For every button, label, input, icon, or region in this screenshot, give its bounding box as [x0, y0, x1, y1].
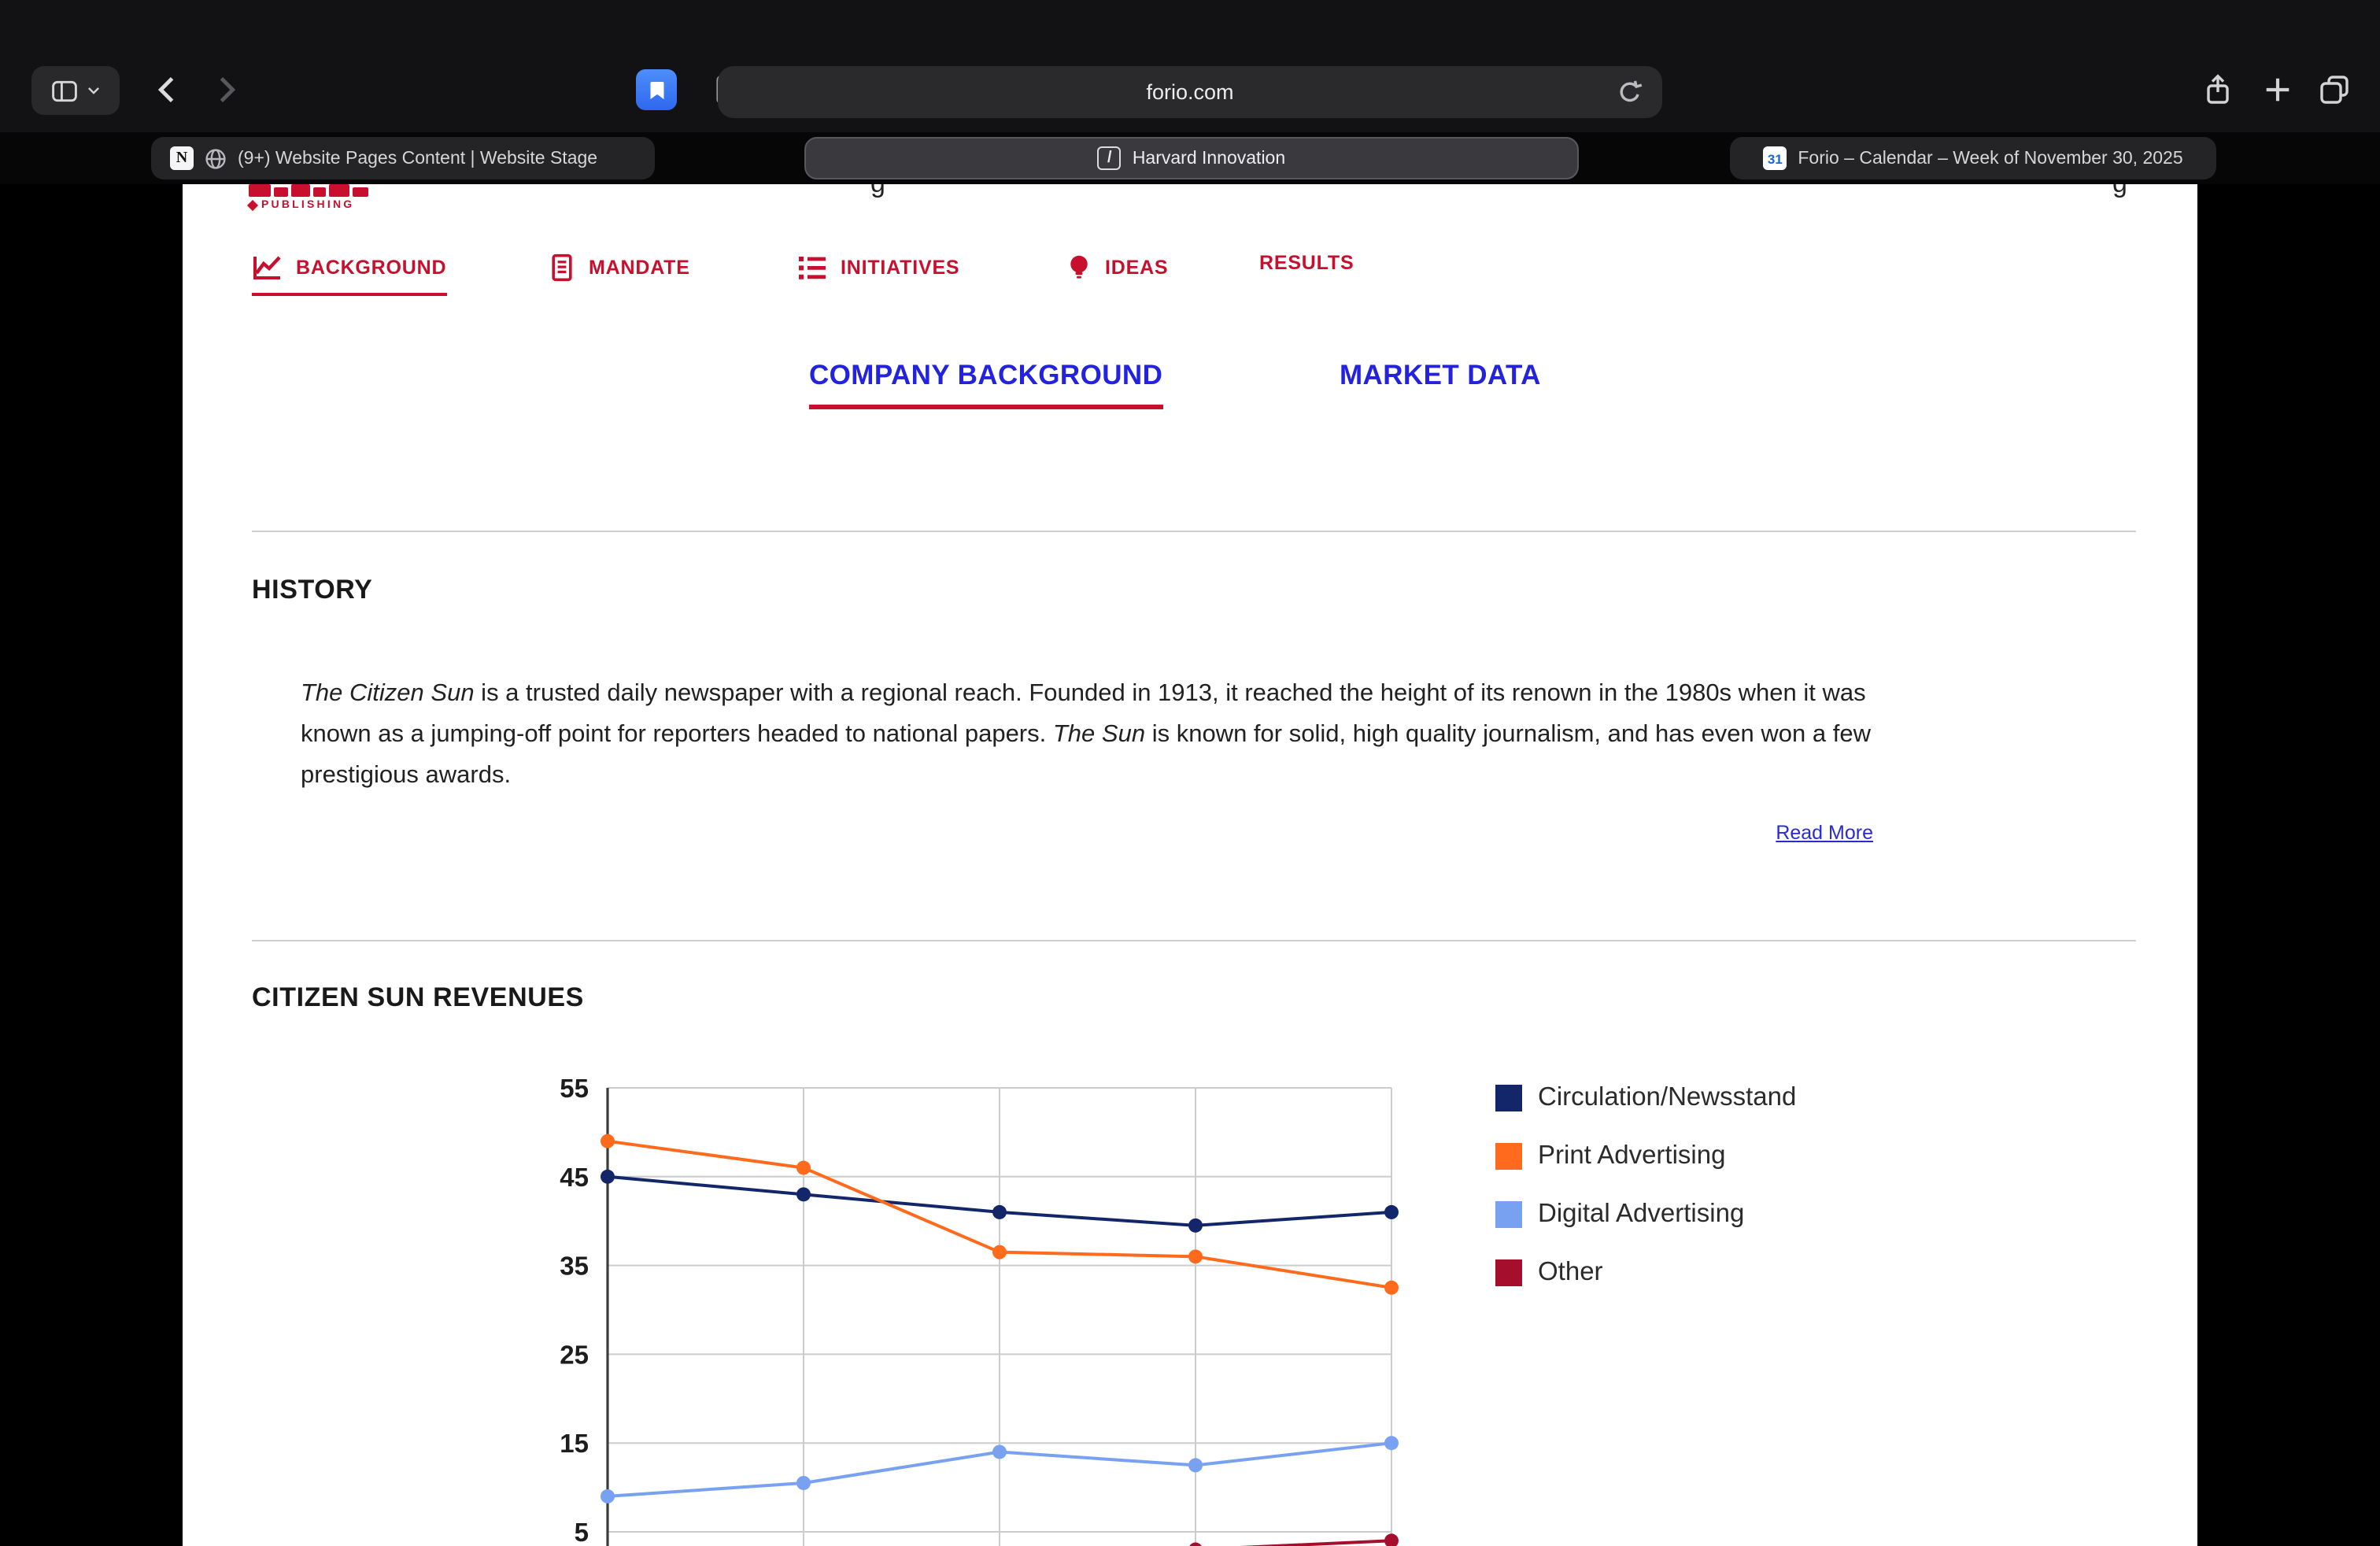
revenues-heading: CITIZEN SUN REVENUES: [252, 982, 584, 1014]
legend-label: Print Advertising: [1538, 1141, 1725, 1171]
tab-overview-icon: [2317, 72, 2352, 107]
nav-item-ideas[interactable]: IDEAS: [1066, 252, 1168, 293]
browser-tab-notion[interactable]: N (9+) Website Pages Content | Website S…: [151, 137, 655, 179]
tab-label: Forio – Calendar – Week of November 30, …: [1798, 149, 2182, 168]
webpage: PUBLISHING g g BACKGROUND MANDATE: [183, 184, 2197, 1546]
legend-label: Circulation/Newsstand: [1538, 1082, 1796, 1112]
calendar-31-icon: 31: [1763, 146, 1787, 170]
legend-label: Other: [1538, 1257, 1603, 1287]
legend-item: Print Advertising: [1495, 1140, 1796, 1171]
divider: [252, 940, 2136, 941]
svg-text:55: 55: [560, 1074, 589, 1103]
browser-tab-harvard-innovation[interactable]: / Harvard Innovation: [804, 137, 1579, 179]
url-text: forio.com: [1146, 80, 1233, 104]
legend-swatch: [1495, 1259, 1522, 1285]
chart-legend: Circulation/Newsstand Print Advertising …: [1495, 1082, 1796, 1288]
nav-item-mandate[interactable]: MANDATE: [548, 252, 690, 293]
logo-cut-marks: [249, 184, 368, 197]
logo-diamond-icon: [247, 200, 258, 211]
revenue-chart-svg: 55 45 35 25 15 5: [466, 1042, 1458, 1546]
back-button[interactable]: [151, 72, 186, 110]
subtab-label: COMPANY BACKGROUND: [809, 359, 1162, 390]
svg-text:35: 35: [560, 1252, 589, 1281]
legend-swatch: [1495, 1142, 1522, 1169]
svg-text:15: 15: [560, 1429, 589, 1458]
notion-icon: N: [170, 146, 194, 170]
publisher-logo: PUBLISHING: [249, 184, 368, 211]
revenue-chart: 55 45 35 25 15 5: [466, 1042, 1458, 1546]
lightbulb-icon: [1066, 252, 1092, 283]
nav-label: RESULTS: [1259, 252, 1354, 274]
share-button[interactable]: [2201, 72, 2235, 107]
paragraph-text: The Citizen Sun: [301, 680, 475, 707]
document-icon: [548, 252, 576, 283]
list-icon: [796, 252, 828, 283]
history-heading: HISTORY: [252, 575, 372, 606]
browser-toolbar: forio.com: [0, 0, 2380, 132]
screen: forio.com: [0, 0, 2380, 1546]
tab-overview-button[interactable]: [2317, 72, 2352, 107]
svg-text:5: 5: [575, 1518, 589, 1546]
tab-label: (9+) Website Pages Content | Website Sta…: [238, 149, 597, 168]
legend-swatch: [1495, 1084, 1522, 1111]
reload-button[interactable]: [1615, 77, 1645, 107]
browser-tab-bar: N (9+) Website Pages Content | Website S…: [0, 132, 2380, 184]
subtab-market-data[interactable]: MARKET DATA: [1340, 359, 1541, 392]
divider: [252, 531, 2136, 532]
legend-item: Other: [1495, 1256, 1796, 1288]
nav-label: IDEAS: [1105, 257, 1168, 279]
legend-swatch: [1495, 1200, 1522, 1227]
reload-icon: [1615, 77, 1645, 107]
chevron-left-icon: [151, 72, 183, 107]
nav-label: BACKGROUND: [296, 257, 446, 279]
forio-slash-icon: /: [1098, 146, 1122, 170]
nav-label: MANDATE: [589, 257, 690, 279]
cut-heading-letter: g: [870, 184, 885, 200]
legend-label: Digital Advertising: [1538, 1199, 1744, 1229]
nav-item-initiatives[interactable]: INITIATIVES: [796, 252, 959, 293]
history-paragraph: The Citizen Sun is a trusted daily newsp…: [301, 674, 1875, 797]
extension-button[interactable]: [636, 69, 677, 110]
legend-item: Digital Advertising: [1495, 1198, 1796, 1230]
read-more-link[interactable]: Read More: [1776, 822, 1873, 844]
address-bar[interactable]: forio.com: [718, 66, 1662, 118]
sidebar-icon: [50, 76, 78, 105]
nav-label: INITIATIVES: [841, 257, 959, 279]
forward-button[interactable]: [211, 72, 246, 110]
bookmark-icon: [643, 76, 670, 103]
subtab-company-background[interactable]: COMPANY BACKGROUND: [809, 359, 1162, 409]
globe-icon: [205, 147, 227, 169]
nav-item-background[interactable]: BACKGROUND: [252, 252, 446, 296]
tab-label: Harvard Innovation: [1133, 149, 1285, 168]
share-icon: [2201, 72, 2235, 107]
nav-item-results[interactable]: RESULTS: [1259, 252, 1354, 283]
publisher-label: PUBLISHING: [261, 200, 354, 211]
chevron-right-icon: [211, 72, 242, 107]
svg-text:25: 25: [560, 1340, 589, 1369]
svg-text:45: 45: [560, 1163, 589, 1192]
plus-icon: [2260, 72, 2295, 107]
browser-tab-calendar[interactable]: 31 Forio – Calendar – Week of November 3…: [1730, 137, 2216, 179]
new-tab-button[interactable]: [2260, 72, 2295, 107]
paragraph-text: The Sun: [1053, 721, 1145, 748]
chevron-down-icon: [84, 82, 102, 99]
subtab-label: MARKET DATA: [1340, 359, 1541, 390]
line-chart-icon: [252, 252, 283, 283]
legend-item: Circulation/Newsstand: [1495, 1082, 1796, 1113]
cut-heading-letter: g: [2112, 184, 2127, 200]
sidebar-toggle-button[interactable]: [31, 66, 120, 115]
